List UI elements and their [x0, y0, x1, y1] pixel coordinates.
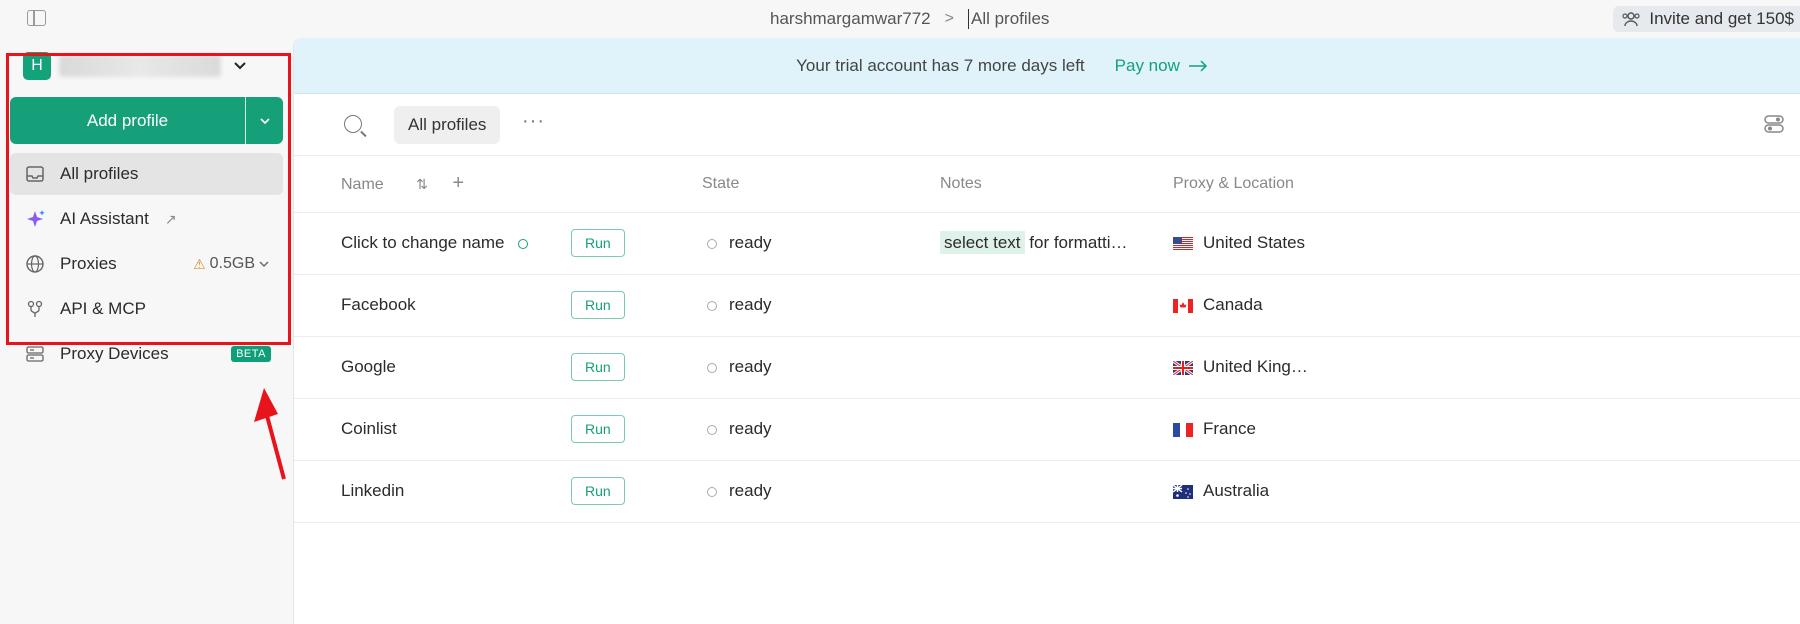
- location-name: Canada: [1203, 295, 1263, 314]
- state-cell: ready: [702, 336, 940, 399]
- proxy-location-cell[interactable]: France: [1173, 398, 1800, 461]
- run-button[interactable]: Run: [571, 415, 625, 443]
- run-button[interactable]: Run: [571, 291, 625, 319]
- top-bar: harshmargamwar772 > All profiles Invite …: [0, 0, 1800, 38]
- sort-icon[interactable]: ⇅: [416, 176, 428, 192]
- server-icon: [24, 343, 46, 365]
- beta-badge: BETA: [231, 346, 271, 362]
- run-cell: Run: [571, 398, 702, 461]
- proxy-location-cell[interactable]: United King…: [1173, 336, 1800, 399]
- layout-toggle-icon[interactable]: [1764, 114, 1784, 134]
- profile-name[interactable]: Google: [341, 357, 396, 376]
- profiles-toolbar: All profiles ···: [294, 94, 1800, 156]
- location-name: United King…: [1203, 357, 1308, 376]
- search-icon[interactable]: [344, 115, 362, 133]
- profile-name-cell[interactable]: Google: [294, 336, 571, 399]
- main-panel: Your trial account has 7 more days left …: [293, 38, 1800, 624]
- sidebar-item-label: Proxy Devices: [60, 344, 169, 363]
- state-value: ready: [729, 357, 772, 376]
- proxy-location-cell[interactable]: Australia: [1173, 460, 1800, 523]
- flag-us-icon: [1173, 233, 1203, 252]
- state-cell: ready: [702, 460, 940, 523]
- profile-name-cell[interactable]: Coinlist: [294, 398, 571, 461]
- state-circle-icon: [707, 486, 717, 497]
- column-header-notes[interactable]: Notes: [940, 156, 1173, 213]
- arrow-right-icon: [1188, 59, 1207, 72]
- profiles-table: Name ⇅ + State Notes Proxy & Location Cl…: [294, 156, 1800, 523]
- column-header-state[interactable]: State: [702, 156, 940, 213]
- column-header-proxy[interactable]: Proxy & Location: [1173, 156, 1800, 213]
- state-cell: ready: [702, 274, 940, 337]
- breadcrumb: harshmargamwar772 > All profiles: [770, 9, 1049, 29]
- notes-cell[interactable]: select text for formatti…: [940, 212, 1173, 275]
- notes-cell[interactable]: [940, 336, 1173, 399]
- profile-name[interactable]: Click to change name: [341, 233, 504, 252]
- notes-hint-highlight: select text: [940, 231, 1025, 254]
- state-circle-icon: [707, 300, 717, 311]
- run-cell: Run: [571, 274, 702, 337]
- breadcrumb-user[interactable]: harshmargamwar772: [770, 9, 931, 29]
- state-circle-icon: [707, 238, 717, 249]
- invite-label: Invite and get 150$: [1649, 9, 1794, 28]
- column-header-name[interactable]: Name ⇅ +: [294, 156, 571, 213]
- state-value: ready: [729, 419, 772, 438]
- run-cell: Run: [571, 460, 702, 523]
- trial-banner: Your trial account has 7 more days left …: [294, 38, 1800, 94]
- state-cell: ready: [702, 212, 940, 275]
- profile-name[interactable]: Facebook: [341, 295, 416, 314]
- run-button[interactable]: Run: [571, 477, 625, 505]
- table-header-row: Name ⇅ + State Notes Proxy & Location: [294, 156, 1800, 213]
- table-row[interactable]: Click to change name Run ready select text …: [294, 212, 1800, 275]
- flag-au-icon: [1173, 481, 1203, 500]
- state-value: ready: [729, 295, 772, 314]
- proxy-location-cell[interactable]: Canada: [1173, 274, 1800, 337]
- breadcrumb-separator: >: [944, 10, 954, 27]
- run-cell: Run: [571, 212, 702, 275]
- flag-fr-icon: [1173, 419, 1203, 438]
- pay-now-link[interactable]: Pay now: [1115, 56, 1208, 76]
- more-icon[interactable]: ···: [522, 110, 545, 133]
- profile-name[interactable]: Coinlist: [341, 419, 397, 438]
- notes-cell[interactable]: [940, 460, 1173, 523]
- pay-now-label: Pay now: [1114, 55, 1180, 75]
- table-row[interactable]: Linkedin Run ready Australia: [294, 460, 1800, 523]
- profile-name-cell[interactable]: Click to change name: [294, 212, 571, 275]
- run-cell: Run: [571, 336, 702, 399]
- table-row[interactable]: Coinlist Run ready France: [294, 398, 1800, 461]
- column-header-run: [571, 156, 702, 213]
- run-button[interactable]: Run: [571, 229, 625, 257]
- flag-ca-icon: [1173, 295, 1203, 314]
- sidebar-toggle-icon[interactable]: [27, 10, 46, 26]
- profile-name-cell[interactable]: Linkedin: [294, 460, 571, 523]
- profile-name-cell[interactable]: Facebook: [294, 274, 571, 337]
- add-column-icon[interactable]: +: [452, 172, 464, 194]
- notes-cell[interactable]: [940, 274, 1173, 337]
- notes-cell[interactable]: [940, 398, 1173, 461]
- location-name: France: [1203, 419, 1256, 438]
- notes-hint-text: for formatti…: [1024, 233, 1128, 252]
- table-row[interactable]: Facebook Run ready Canada: [294, 274, 1800, 337]
- state-cell: ready: [702, 398, 940, 461]
- state-circle-icon: [707, 362, 717, 373]
- trial-message: Your trial account has 7 more days left: [796, 55, 1085, 75]
- run-button[interactable]: Run: [571, 353, 625, 381]
- flag-gb-icon: [1173, 357, 1203, 376]
- filter-chip-all-profiles[interactable]: All profiles: [394, 106, 501, 144]
- column-name-label: Name: [341, 176, 384, 194]
- status-circle-icon: [518, 238, 529, 249]
- state-value: ready: [729, 233, 772, 252]
- state-circle-icon: [707, 424, 717, 435]
- location-name: United States: [1203, 233, 1306, 252]
- location-name: Australia: [1203, 481, 1270, 500]
- profile-name[interactable]: Linkedin: [341, 481, 404, 500]
- invite-button[interactable]: Invite and get 150$: [1613, 6, 1800, 32]
- state-value: ready: [729, 481, 772, 500]
- annotation-arrow: [254, 388, 286, 480]
- breadcrumb-current: All profiles: [967, 9, 1049, 29]
- users-icon: [1622, 12, 1640, 27]
- annotation-highlight-box: [6, 53, 291, 345]
- proxy-location-cell[interactable]: United States: [1173, 212, 1800, 275]
- table-row[interactable]: Google Run ready United King…: [294, 336, 1800, 399]
